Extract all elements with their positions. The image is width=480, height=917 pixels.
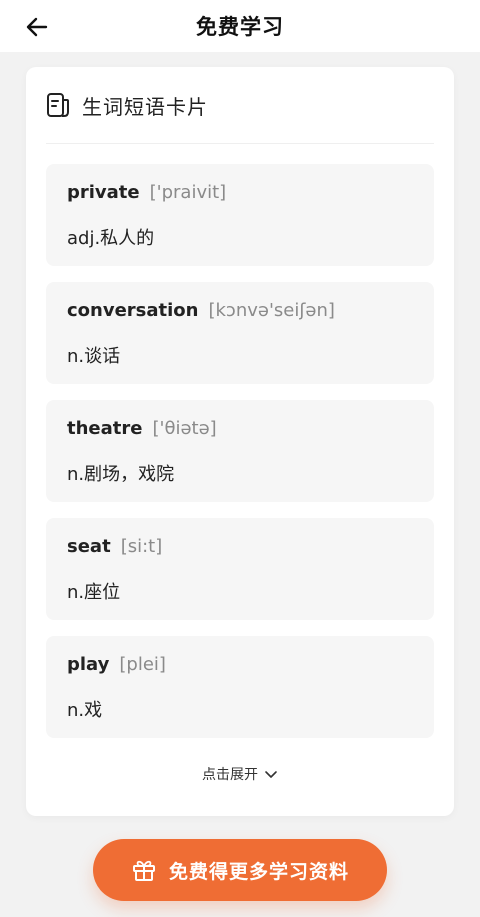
page-title: 免费学习 <box>196 15 284 39</box>
meaning: n.剧场，戏院 <box>67 464 175 485</box>
phonetic: ['praivit] <box>149 182 227 203</box>
phonetic: ['θiətə] <box>152 418 217 439</box>
meaning: n.谈话 <box>67 346 121 367</box>
top-bar: 免费学习 <box>0 0 480 52</box>
card-header: 生词短语卡片 <box>46 89 434 121</box>
gift-icon <box>131 857 157 883</box>
phonetic: [kɔnvə'seiʃən] <box>208 300 335 321</box>
cta-label: 免费得更多学习资料 <box>168 860 349 883</box>
chevron-down-icon <box>264 769 278 779</box>
word-card-private[interactable]: private ['praivit] adj.私人的 <box>46 164 434 266</box>
card-title: 生词短语卡片 <box>82 94 208 119</box>
word: conversation <box>67 300 199 321</box>
divider <box>46 143 434 144</box>
arrow-left-icon <box>26 17 48 37</box>
phonetic: [si:t] <box>120 536 163 557</box>
word: theatre <box>67 418 143 439</box>
expand-button[interactable]: 点击展开 <box>26 763 454 785</box>
meaning: adj.私人的 <box>67 228 155 249</box>
flashcard-icon <box>46 92 72 118</box>
word: play <box>67 654 110 675</box>
meaning: n.戏 <box>67 700 103 721</box>
word-card-play[interactable]: play [plei] n.戏 <box>46 636 434 738</box>
word: seat <box>67 536 111 557</box>
back-button[interactable] <box>22 12 52 42</box>
meaning: n.座位 <box>67 582 121 603</box>
word-list: private ['praivit] adj.私人的 conversation … <box>46 164 434 754</box>
word-card-theatre[interactable]: theatre ['θiətə] n.剧场，戏院 <box>46 400 434 502</box>
word-card-conversation[interactable]: conversation [kɔnvə'seiʃən] n.谈话 <box>46 282 434 384</box>
vocab-card: 生词短语卡片 private ['praivit] adj.私人的 conver… <box>26 67 454 816</box>
expand-label: 点击展开 <box>202 767 258 783</box>
get-more-materials-button[interactable]: 免费得更多学习资料 <box>93 839 387 901</box>
word: private <box>67 182 140 203</box>
word-card-seat[interactable]: seat [si:t] n.座位 <box>46 518 434 620</box>
phonetic: [plei] <box>119 654 166 675</box>
